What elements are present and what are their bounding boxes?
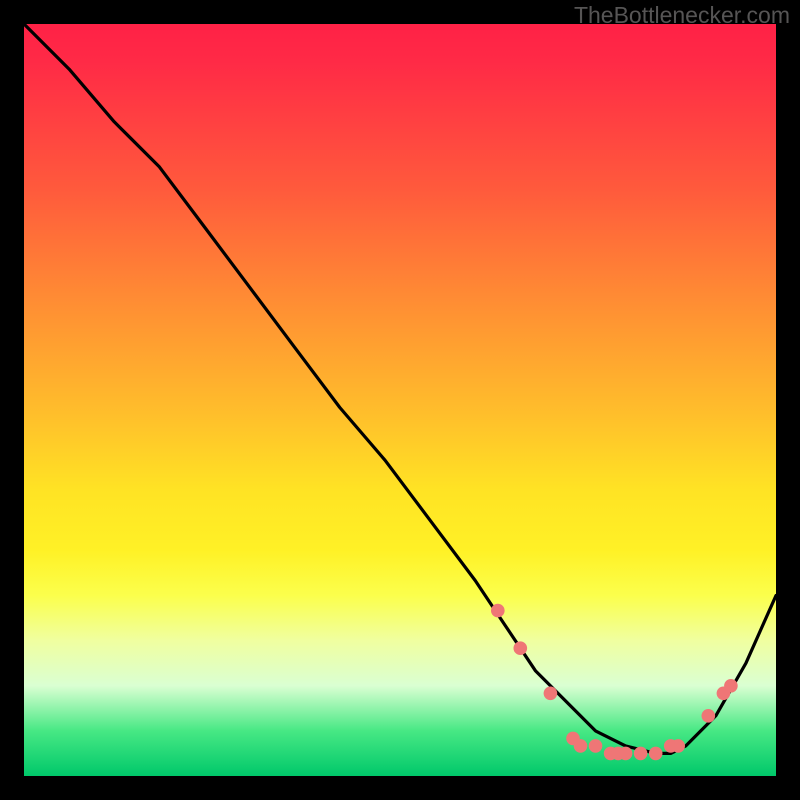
curve-marker [491, 604, 505, 618]
curve-marker [671, 739, 685, 753]
curve-marker [589, 739, 603, 753]
curve-marker [649, 747, 663, 761]
curve-marker [544, 687, 558, 701]
bottleneck-curve [24, 24, 776, 753]
curve-marker [702, 709, 716, 723]
plot-area [24, 24, 776, 776]
plot-svg [24, 24, 776, 776]
curve-marker [619, 747, 633, 761]
watermark-text: TheBottlenecker.com [574, 2, 790, 29]
curve-marker [574, 739, 588, 753]
curve-marker [724, 679, 738, 693]
curve-markers [491, 604, 738, 760]
curve-marker [514, 641, 528, 655]
curve-marker [634, 747, 648, 761]
chart-frame: TheBottlenecker.com [0, 0, 800, 800]
